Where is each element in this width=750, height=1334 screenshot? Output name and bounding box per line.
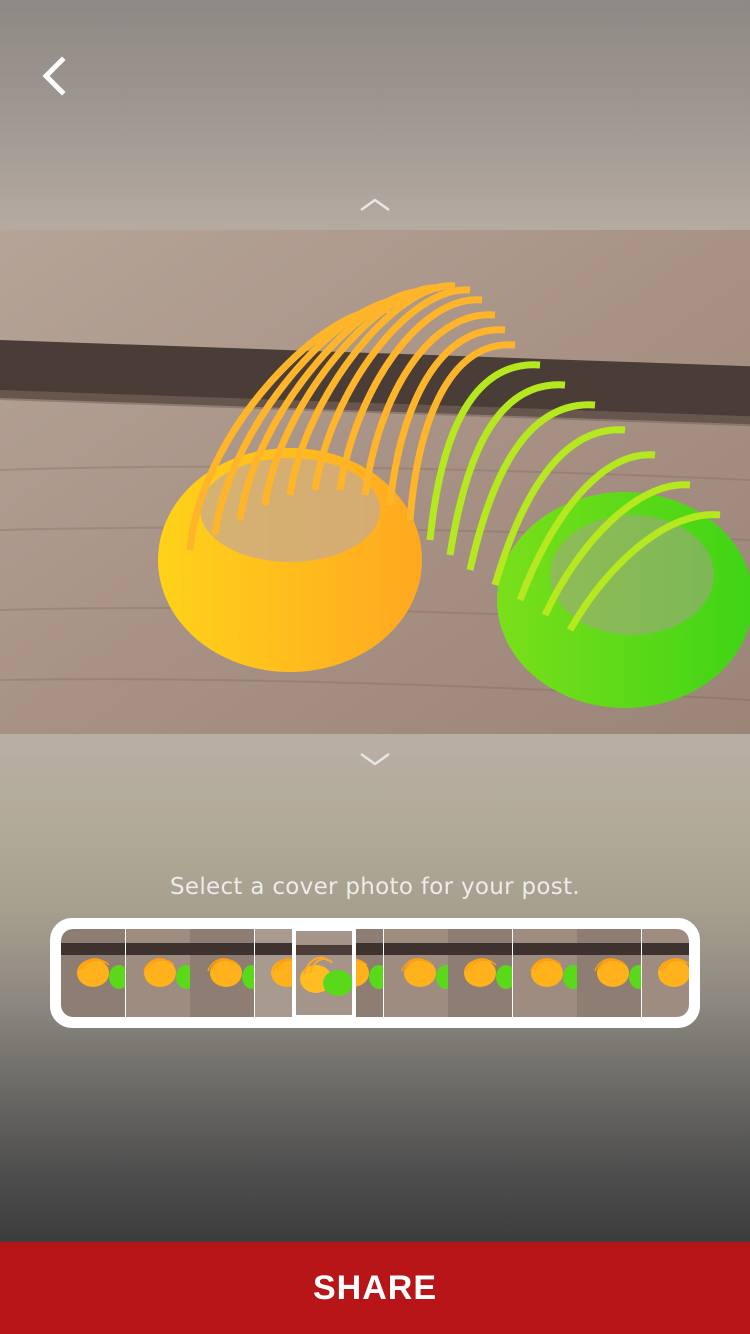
selected-thumbnail[interactable] bbox=[292, 929, 356, 1017]
cover-preview-image bbox=[0, 230, 750, 734]
cover-thumbnail-strip[interactable] bbox=[50, 918, 700, 1028]
cover-thumbnail[interactable] bbox=[61, 929, 126, 1017]
chevron-left-icon bbox=[42, 56, 66, 96]
cover-prompt-text: Select a cover photo for your post. bbox=[169, 874, 580, 900]
cover-thumbnail[interactable] bbox=[448, 929, 513, 1017]
cover-thumbnail[interactable] bbox=[190, 929, 255, 1017]
chevron-up-icon[interactable] bbox=[355, 192, 395, 216]
cover-thumbnail[interactable] bbox=[641, 929, 689, 1017]
back-button[interactable] bbox=[28, 48, 84, 104]
cover-thumbnail[interactable] bbox=[383, 929, 449, 1017]
cover-thumbnail[interactable] bbox=[125, 929, 191, 1017]
cover-thumbnail[interactable] bbox=[577, 929, 642, 1017]
cover-thumbnail[interactable] bbox=[512, 929, 578, 1017]
chevron-down-icon[interactable] bbox=[355, 748, 395, 772]
share-button[interactable]: SHARE bbox=[0, 1242, 750, 1334]
